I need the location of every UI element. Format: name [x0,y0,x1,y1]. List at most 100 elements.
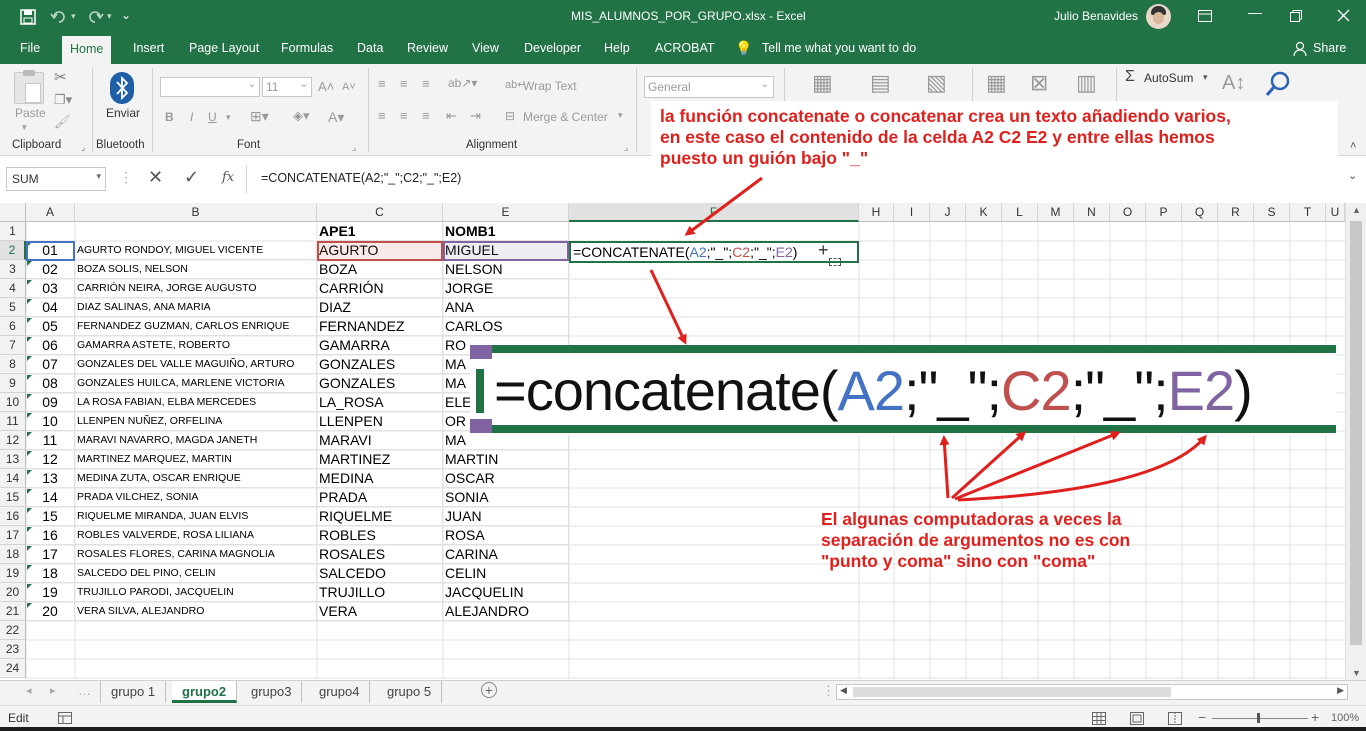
column-header-r[interactable]: R [1218,203,1254,222]
cell-nombre[interactable]: NELSON [443,260,569,279]
column-header-f[interactable]: F [569,203,859,222]
cell-apellido[interactable]: PRADA [317,488,443,507]
tab-split-icon[interactable]: ⋮ [822,683,835,699]
share-button[interactable]: Share [1305,33,1354,64]
column-header-j[interactable]: J [930,203,966,222]
row-header-3[interactable]: 3 [0,260,26,279]
cell-nombre[interactable]: CARLOS [443,317,569,336]
fill-color-icon[interactable]: ◈▾ [293,108,310,124]
cell-apellido[interactable]: CARRIÓN [317,279,443,298]
font-launcher-icon[interactable]: ⌟ [352,142,356,153]
expand-formula-icon[interactable]: ⌄ [1348,169,1357,182]
column-header-h[interactable]: H [859,203,894,222]
row-header-14[interactable]: 14 [0,469,26,488]
minimize-icon[interactable]: — [1248,4,1262,20]
autosum-dropdown-icon[interactable]: ▾ [1203,72,1208,83]
row-header-8[interactable]: 8 [0,355,26,374]
cell-full-name[interactable]: AGURTO RONDOY, MIGUEL VICENTE [75,241,317,260]
cut-icon[interactable]: ✂ [54,68,67,86]
cell-nombre[interactable]: SONIA [443,488,569,507]
clipboard-launcher-icon[interactable]: ⌟ [81,142,85,153]
collapse-ribbon-icon[interactable]: ˄ [1350,140,1356,152]
cell-nombre[interactable]: JORGE [443,279,569,298]
decrease-indent-icon[interactable]: ⇤ [446,108,457,124]
tab-formulas[interactable]: Formulas [273,33,341,64]
wrap-text-button[interactable]: Wrap Text [523,79,577,93]
tab-home[interactable]: Home [62,36,112,64]
column-header-l[interactable]: L [1002,203,1038,222]
zoom-out-icon[interactable]: − [1198,709,1206,725]
align-left-icon[interactable]: ≡ [378,108,386,123]
cell-apellido[interactable]: SALCEDO [317,564,443,583]
zoom-in-icon[interactable]: + [1311,709,1319,725]
redo-dropdown-icon[interactable]: ▾ [107,0,112,33]
cell-full-name[interactable]: GAMARRA ASTETE, ROBERTO [75,336,317,355]
macro-record-icon[interactable] [58,712,72,724]
tell-me-search[interactable]: Tell me what you want to do [754,33,924,64]
tab-view[interactable]: View [464,33,507,64]
column-header-o[interactable]: O [1110,203,1146,222]
format-cells-icon[interactable]: ▥ [1076,70,1097,96]
cell-number[interactable]: 03 [26,279,75,298]
cell-number[interactable]: 18 [26,564,75,583]
cell-number[interactable]: 11 [26,431,75,450]
cell-styles-icon[interactable]: ▧ [926,70,947,96]
sheet-tab-grupo4[interactable]: grupo4 [309,681,371,703]
column-header-e[interactable]: E [443,203,569,222]
align-bottom-icon[interactable]: ≡ [422,76,430,91]
column-header-n[interactable]: N [1074,203,1110,222]
undo-icon[interactable] [50,9,68,25]
sheet-tab-grupo1[interactable]: grupo 1 [101,681,167,703]
paste-dropdown-icon[interactable]: ▾ [22,122,27,133]
cell-number[interactable]: 10 [26,412,75,431]
avatar[interactable] [1146,4,1171,29]
cell-nombre[interactable]: JACQUELIN [443,583,569,602]
restore-icon[interactable] [1290,10,1302,22]
row-header-4[interactable]: 4 [0,279,26,298]
underline-icon[interactable]: U [208,110,217,124]
align-top-icon[interactable]: ≡ [378,76,386,91]
cell-apellido[interactable]: LLENPEN [317,412,443,431]
cell-apellido[interactable]: GONZALES [317,355,443,374]
undo-dropdown-icon[interactable]: ▾ [71,0,76,33]
row-header-7[interactable]: 7 [0,336,26,355]
cell-apellido[interactable]: MEDINA [317,469,443,488]
cell-full-name[interactable]: LA ROSA FABIAN, ELBA MERCEDES [75,393,317,412]
autosum-button[interactable]: AutoSum [1144,71,1193,85]
increase-font-icon[interactable]: A˄ [318,79,334,94]
tab-help[interactable]: Help [596,33,638,64]
cell-full-name[interactable]: DIAZ SALINAS, ANA MARIA [75,298,317,317]
cell-number[interactable]: 15 [26,507,75,526]
row-header-23[interactable]: 23 [0,640,26,659]
add-sheet-icon[interactable]: + [481,682,497,698]
font-color-icon[interactable]: A▾ [328,109,344,126]
sheet-tab-grupo2[interactable]: grupo2 [172,681,238,703]
active-cell-editor[interactable]: =CONCATENATE(A2;"_";C2;"_";E2) + [569,240,859,263]
increase-indent-icon[interactable]: ⇥ [470,108,481,124]
cell-full-name[interactable]: GONZALES DEL VALLE MAGUIÑO, ARTURO [75,355,317,374]
cell-apellido[interactable]: BOZA [317,260,443,279]
column-header-c[interactable]: C [317,203,443,222]
cell-full-name[interactable]: MARTINEZ MARQUEZ, MARTIN [75,450,317,469]
cell-number[interactable]: 05 [26,317,75,336]
name-box[interactable]: SUM ▾ [6,167,106,191]
column-header-u[interactable]: U [1326,203,1345,222]
align-middle-icon[interactable]: ≡ [400,76,408,91]
tab-page-layout[interactable]: Page Layout [181,33,267,64]
tab-acrobat[interactable]: ACROBAT [647,33,723,64]
column-header-q[interactable]: Q [1182,203,1218,222]
cell-nombre[interactable]: ALEJANDRO [443,602,569,621]
cell-number[interactable]: 06 [26,336,75,355]
cell-apellido[interactable]: GAMARRA [317,336,443,355]
cell-apellido[interactable]: MARTINEZ [317,450,443,469]
cell-apellido[interactable]: MARAVI [317,431,443,450]
confirm-entry-icon[interactable]: ✓ [184,167,199,188]
tab-file[interactable]: File [12,33,48,64]
cell-number[interactable]: 17 [26,545,75,564]
ribbon-display-icon[interactable] [1198,10,1212,22]
horizontal-scrollbar[interactable]: ◀ ▶ [836,684,1348,700]
cell-number[interactable]: 07 [26,355,75,374]
cell-full-name[interactable]: LLENPEN NUÑEZ, ORFELINA [75,412,317,431]
vertical-scroll-thumb[interactable] [1350,221,1362,645]
row-header-2[interactable]: 2 [0,241,26,260]
